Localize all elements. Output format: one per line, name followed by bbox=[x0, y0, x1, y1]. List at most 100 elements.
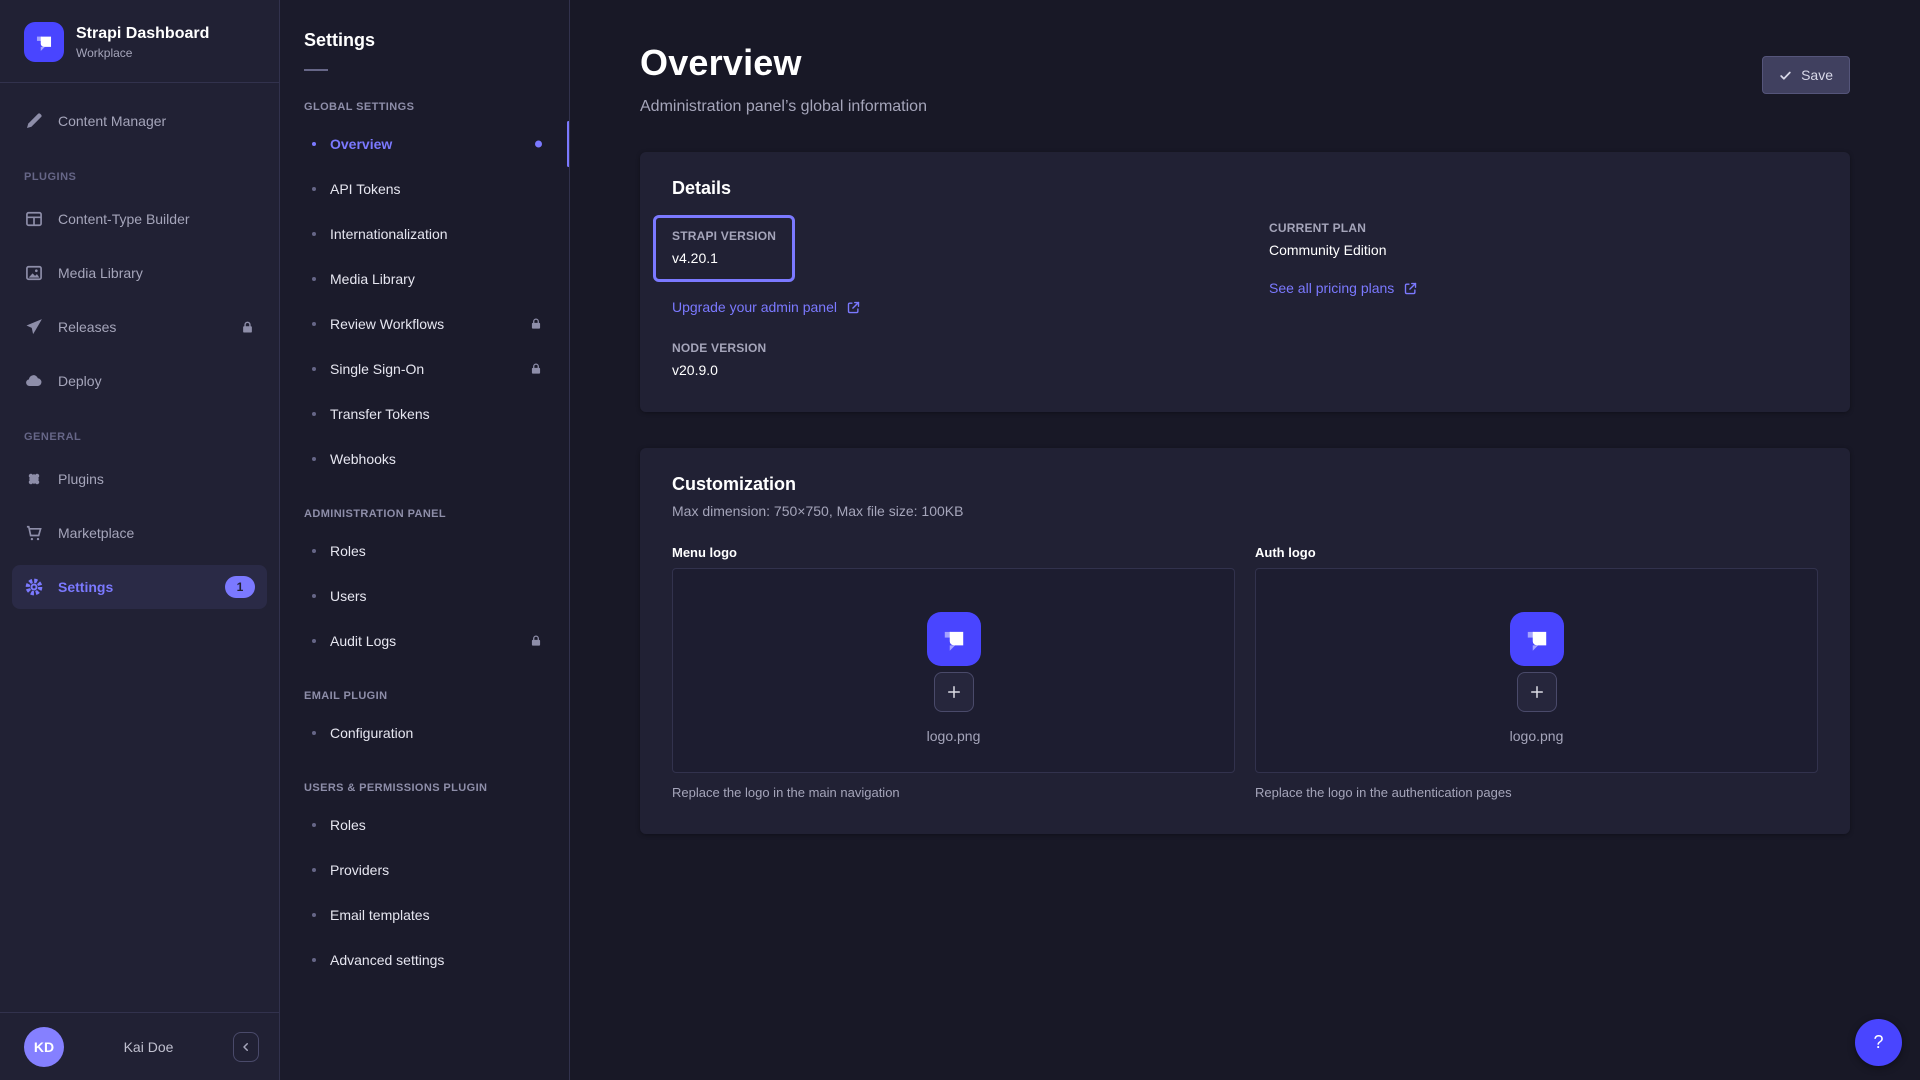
lock-icon bbox=[529, 317, 543, 331]
nav-item-media-library[interactable]: Media Library bbox=[12, 251, 267, 295]
bullet-icon bbox=[312, 823, 316, 827]
bullet-icon bbox=[312, 322, 316, 326]
page-title: Overview bbox=[640, 42, 927, 84]
notification-dot-icon bbox=[535, 141, 542, 148]
nav-item-label: Settings bbox=[58, 579, 113, 595]
nav-item-deploy[interactable]: Deploy bbox=[12, 359, 267, 403]
nav-item-label: Marketplace bbox=[58, 525, 134, 541]
sub-item-up-roles[interactable]: Roles bbox=[280, 806, 569, 844]
current-plan-value: Community Edition bbox=[1269, 242, 1818, 258]
sub-item-email-configuration[interactable]: Configuration bbox=[280, 714, 569, 752]
settings-notification-badge: 1 bbox=[225, 576, 255, 598]
sub-item-media-library[interactable]: Media Library bbox=[280, 260, 569, 298]
strapi-version-highlight-box: STRAPI VERSION v4.20.1 bbox=[653, 215, 795, 282]
cloud-icon bbox=[24, 371, 44, 391]
upgrade-admin-panel-link[interactable]: Upgrade your admin panel bbox=[672, 299, 861, 315]
nav-section-plugins: PLUGINS bbox=[12, 153, 267, 197]
auth-logo-upload-box: logo.png bbox=[1255, 568, 1818, 773]
details-left-column: STRAPI VERSION v4.20.1 Upgrade your admi… bbox=[672, 207, 1221, 378]
current-plan-field: CURRENT PLAN Community Edition bbox=[1269, 221, 1818, 258]
bullet-icon bbox=[312, 913, 316, 917]
upgrade-link-label: Upgrade your admin panel bbox=[672, 299, 837, 315]
sub-nav-header: Settings bbox=[280, 0, 569, 71]
menu-logo-caption: Replace the logo in the main navigation bbox=[672, 785, 1235, 800]
nav-item-releases[interactable]: Releases bbox=[12, 305, 267, 349]
help-button[interactable]: ? bbox=[1855, 1019, 1902, 1066]
sub-item-api-tokens[interactable]: API Tokens bbox=[280, 170, 569, 208]
sub-item-transfer-tokens[interactable]: Transfer Tokens bbox=[280, 395, 569, 433]
user-area: KD Kai Doe bbox=[0, 1012, 279, 1080]
workplace-title: Strapi Dashboard bbox=[76, 24, 209, 44]
sub-item-overview[interactable]: Overview bbox=[280, 125, 569, 163]
sub-item-admin-roles[interactable]: Roles bbox=[280, 532, 569, 570]
bullet-icon bbox=[312, 958, 316, 962]
page-subtitle: Administration panel’s global informatio… bbox=[640, 98, 927, 116]
sub-item-label: Advanced settings bbox=[330, 952, 444, 968]
sub-item-advanced-settings[interactable]: Advanced settings bbox=[280, 941, 569, 979]
collapse-sidebar-button[interactable] bbox=[233, 1032, 259, 1062]
sub-section-administration-panel: ADMINISTRATION PANEL Roles Users Audit L… bbox=[280, 500, 569, 660]
nav-item-plugins[interactable]: Plugins bbox=[12, 457, 267, 501]
external-link-icon bbox=[846, 300, 861, 315]
menu-logo-block: Menu logo logo.png bbox=[672, 545, 1235, 800]
auth-logo-add-button[interactable] bbox=[1517, 672, 1557, 712]
nav-item-label: Content-Type Builder bbox=[58, 211, 190, 227]
nav-item-label: Content Manager bbox=[58, 113, 166, 129]
auth-logo-label: Auth logo bbox=[1255, 545, 1818, 560]
strapi-logo-icon bbox=[927, 612, 981, 666]
sub-item-review-workflows[interactable]: Review Workflows bbox=[280, 305, 569, 343]
sub-section-label: GLOBAL SETTINGS bbox=[280, 93, 569, 125]
bullet-icon bbox=[312, 232, 316, 236]
nav-item-label: Media Library bbox=[58, 265, 143, 281]
sub-item-label: Transfer Tokens bbox=[330, 406, 430, 422]
sub-item-email-templates[interactable]: Email templates bbox=[280, 896, 569, 934]
details-right-column: CURRENT PLAN Community Edition See all p… bbox=[1269, 207, 1818, 378]
lock-icon bbox=[529, 634, 543, 648]
sub-item-admin-users[interactable]: Users bbox=[280, 577, 569, 615]
nav-item-settings[interactable]: Settings 1 bbox=[12, 565, 267, 609]
sub-item-label: Internationalization bbox=[330, 226, 448, 242]
nav-item-label: Releases bbox=[58, 319, 116, 335]
page-header-text: Overview Administration panel’s global i… bbox=[640, 42, 927, 116]
bullet-icon bbox=[312, 594, 316, 598]
page-header: Overview Administration panel’s global i… bbox=[640, 0, 1850, 116]
menu-logo-filename: logo.png bbox=[927, 728, 981, 744]
plus-icon bbox=[1528, 683, 1546, 701]
sub-item-audit-logs[interactable]: Audit Logs bbox=[280, 622, 569, 660]
sub-item-webhooks[interactable]: Webhooks bbox=[280, 440, 569, 478]
nav-item-marketplace[interactable]: Marketplace bbox=[12, 511, 267, 555]
pricing-plans-link[interactable]: See all pricing plans bbox=[1269, 280, 1418, 296]
sub-item-label: Configuration bbox=[330, 725, 413, 741]
sub-item-providers[interactable]: Providers bbox=[280, 851, 569, 889]
save-button[interactable]: Save bbox=[1762, 56, 1850, 94]
auth-logo-block: Auth logo logo.png bbox=[1255, 545, 1818, 800]
sub-item-label: Review Workflows bbox=[330, 316, 444, 332]
customization-subheading: Max dimension: 750×750, Max file size: 1… bbox=[672, 503, 1818, 519]
customization-card: Customization Max dimension: 750×750, Ma… bbox=[640, 448, 1850, 834]
bullet-icon bbox=[312, 457, 316, 461]
main-nav-list: Content Manager PLUGINS Content-Type Bui… bbox=[0, 83, 279, 619]
sub-item-label: Webhooks bbox=[330, 451, 396, 467]
sub-item-label: Email templates bbox=[330, 907, 430, 923]
lock-icon bbox=[529, 362, 543, 376]
details-heading: Details bbox=[672, 178, 1818, 199]
settings-sub-navigation: Settings GLOBAL SETTINGS Overview API To… bbox=[280, 0, 570, 1080]
bullet-icon bbox=[312, 142, 316, 146]
sub-section-email-plugin: EMAIL PLUGIN Configuration bbox=[280, 682, 569, 752]
pen-icon bbox=[24, 111, 44, 131]
menu-logo-add-button[interactable] bbox=[934, 672, 974, 712]
bullet-icon bbox=[312, 549, 316, 553]
node-version-value: v20.9.0 bbox=[672, 362, 1221, 378]
auth-logo-filename: logo.png bbox=[1510, 728, 1564, 744]
workplace-switcher[interactable]: Strapi Dashboard Workplace bbox=[0, 0, 279, 82]
sub-item-single-sign-on[interactable]: Single Sign-On bbox=[280, 350, 569, 388]
sub-item-label: Roles bbox=[330, 817, 366, 833]
sub-nav-title: Settings bbox=[304, 30, 545, 51]
node-version-label: NODE VERSION bbox=[672, 341, 1221, 355]
avatar[interactable]: KD bbox=[24, 1027, 64, 1067]
sub-item-internationalization[interactable]: Internationalization bbox=[280, 215, 569, 253]
current-plan-label: CURRENT PLAN bbox=[1269, 221, 1818, 235]
nav-item-content-manager[interactable]: Content Manager bbox=[12, 99, 267, 143]
bullet-icon bbox=[312, 639, 316, 643]
nav-item-content-type-builder[interactable]: Content-Type Builder bbox=[12, 197, 267, 241]
